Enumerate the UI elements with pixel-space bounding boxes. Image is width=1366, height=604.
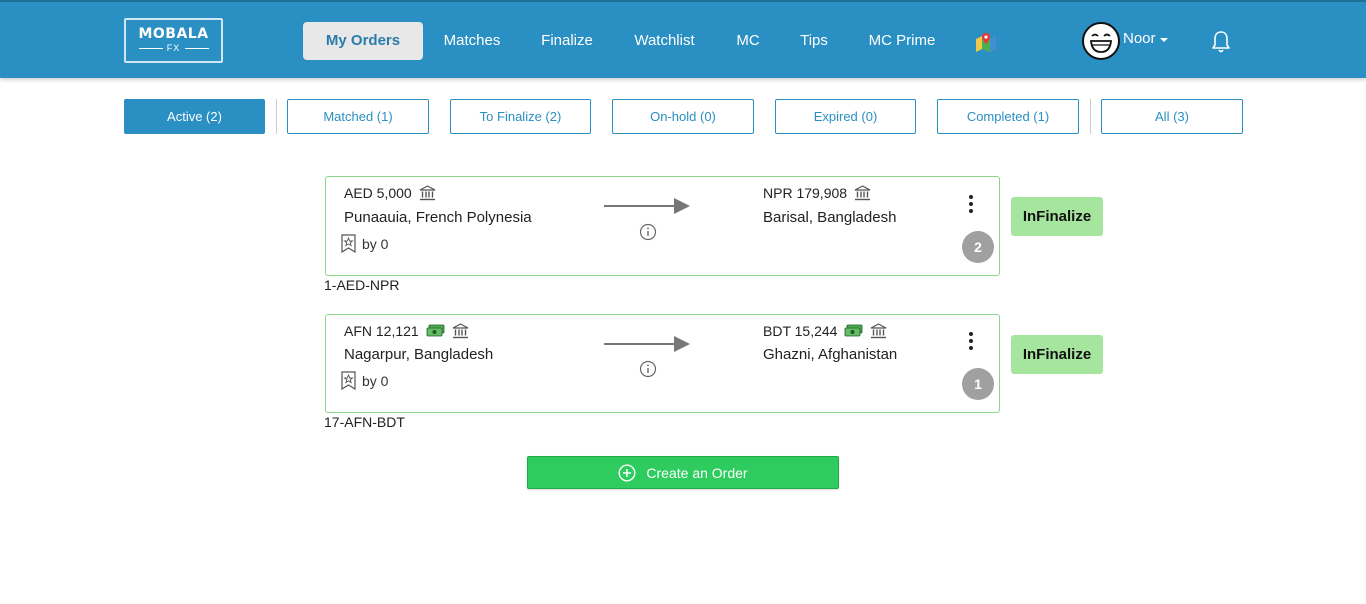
tab-to-finalize[interactable]: To Finalize (2)	[450, 99, 591, 134]
from-amount: AED 5,000	[344, 185, 412, 201]
nav-mc[interactable]: MC	[731, 22, 765, 60]
bank-icon	[419, 185, 436, 201]
nav-mc-prime[interactable]: MC Prime	[862, 22, 942, 60]
nav-finalize[interactable]: Finalize	[535, 22, 599, 60]
order-id: 1-AED-NPR	[324, 277, 400, 293]
tab-completed[interactable]: Completed (1)	[937, 99, 1079, 134]
tab-divider	[276, 99, 277, 134]
tab-active[interactable]: Active (2)	[124, 99, 265, 134]
bookmark-star-icon[interactable]	[341, 371, 356, 390]
info-icon[interactable]	[639, 223, 657, 241]
to-amount: NPR 179,908	[763, 185, 848, 201]
brand-logo[interactable]: MOBALA FX	[124, 18, 223, 63]
brand-name: MOBALA	[138, 26, 209, 42]
nav-watchlist[interactable]: Watchlist	[627, 22, 702, 60]
count-badge: 2	[962, 231, 994, 263]
tab-matched[interactable]: Matched (1)	[287, 99, 429, 134]
from-location: Nagarpur, Bangladesh	[344, 346, 494, 363]
top-navbar: MOBALA FX My Orders Matches Finalize Wat…	[0, 0, 1366, 78]
user-name[interactable]: Noor	[1123, 30, 1156, 47]
status-badge: InFinalize	[1011, 335, 1103, 374]
bookmark-star-icon[interactable]	[341, 234, 356, 253]
bookmark-count: by 0	[362, 372, 389, 389]
create-order-button[interactable]: Create an Order	[527, 456, 839, 489]
order-card[interactable]: AED 5,000 Punaauia, French Polynesia by …	[325, 176, 1000, 276]
nav-my-orders[interactable]: My Orders	[303, 22, 423, 60]
arrow-right-icon	[604, 198, 690, 214]
order-card[interactable]: AFN 12,121 Nagarpur, Bangladesh by 0 BDT…	[325, 314, 1000, 413]
count-badge: 1	[962, 368, 994, 400]
to-amount-row: BDT 15,244	[763, 323, 887, 339]
tab-all[interactable]: All (3)	[1101, 99, 1243, 134]
from-amount: AFN 12,121	[344, 323, 419, 339]
laughing-face-icon	[1090, 33, 1112, 53]
info-icon[interactable]	[639, 360, 657, 378]
from-location: Punaauia, French Polynesia	[344, 209, 532, 226]
bookmark-row[interactable]: by 0	[341, 234, 388, 253]
bank-icon	[452, 323, 469, 339]
tab-on-hold[interactable]: On-hold (0)	[612, 99, 754, 134]
create-order-label: Create an Order	[646, 464, 748, 481]
tab-divider	[1090, 99, 1091, 134]
map-icon[interactable]	[975, 32, 997, 52]
plus-circle-icon	[618, 463, 636, 482]
tab-expired[interactable]: Expired (0)	[775, 99, 916, 134]
status-badge: InFinalize	[1011, 197, 1103, 236]
order-id: 17-AFN-BDT	[324, 414, 405, 430]
cash-icon	[845, 324, 863, 337]
more-options-icon[interactable]	[961, 330, 981, 352]
nav-tips[interactable]: Tips	[794, 22, 834, 60]
to-location: Barisal, Bangladesh	[763, 209, 897, 226]
cash-icon	[426, 324, 445, 337]
bookmark-row[interactable]: by 0	[341, 371, 388, 390]
nav-matches[interactable]: Matches	[437, 22, 507, 60]
bookmark-count: by 0	[362, 235, 389, 252]
from-amount-row: AED 5,000	[344, 185, 436, 201]
bell-icon[interactable]	[1210, 30, 1232, 54]
arrow-right-icon	[604, 336, 690, 352]
brand-sub: FX	[138, 43, 209, 53]
user-menu-caret-icon[interactable]	[1160, 38, 1168, 42]
bank-icon	[854, 185, 871, 201]
bank-icon	[871, 323, 887, 339]
from-amount-row: AFN 12,121	[344, 323, 469, 339]
more-options-icon[interactable]	[961, 193, 981, 215]
to-amount: BDT 15,244	[763, 323, 838, 339]
to-amount-row: NPR 179,908	[763, 185, 871, 201]
user-avatar[interactable]	[1082, 22, 1120, 60]
to-location: Ghazni, Afghanistan	[763, 346, 898, 363]
